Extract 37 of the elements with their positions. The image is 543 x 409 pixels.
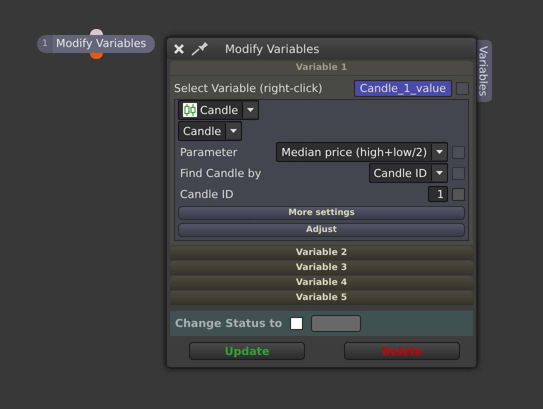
field-label: Candle ID — [180, 188, 234, 200]
field-label: Parameter — [180, 146, 238, 158]
section-header[interactable]: Variable 5 — [170, 291, 473, 305]
checkbox[interactable] — [452, 146, 465, 158]
pin-icon[interactable] — [191, 42, 209, 56]
section-header[interactable]: Variable 3 — [170, 261, 473, 275]
variable-chip[interactable]: Candle_1_value — [354, 80, 452, 96]
subtype-dropdown[interactable]: Candle — [178, 121, 242, 141]
close-icon[interactable] — [173, 42, 185, 54]
input-port[interactable] — [90, 29, 103, 35]
caret-icon — [247, 108, 254, 112]
node[interactable]: 1 Modify Variables — [37, 35, 155, 53]
field-label: Select Variable (right-click) — [174, 82, 324, 94]
panel-button[interactable]: Adjust — [178, 223, 465, 237]
caret-icon — [436, 171, 443, 175]
node-number: 1 — [41, 39, 49, 49]
field-label: Find Candle by — [180, 166, 262, 180]
caret-icon — [436, 150, 443, 154]
input-field[interactable]: 1 — [428, 186, 448, 202]
section-header[interactable]: Variable 2 — [170, 246, 473, 260]
panel-button[interactable]: More settings — [178, 206, 465, 220]
node-label: Modify Variables — [53, 35, 155, 53]
section-header[interactable]: Variable 4 — [170, 276, 473, 290]
update-button[interactable]: Update — [189, 342, 305, 360]
checkbox[interactable] — [456, 82, 469, 94]
output-port[interactable] — [90, 53, 103, 59]
dropdown[interactable]: Median price (high+low/2) — [276, 142, 448, 162]
status-checkbox[interactable] — [290, 317, 304, 330]
type-dropdown[interactable]: Candle — [178, 100, 260, 120]
status-field[interactable] — [311, 315, 362, 332]
checkbox[interactable] — [452, 166, 465, 180]
status-label: Change Status to — [175, 317, 282, 330]
window-title: Modify Variables — [225, 42, 320, 56]
candlestick-icon — [183, 103, 197, 117]
caret-icon — [230, 129, 238, 133]
checkbox[interactable] — [452, 188, 465, 200]
dropdown[interactable]: Candle ID — [368, 163, 448, 183]
